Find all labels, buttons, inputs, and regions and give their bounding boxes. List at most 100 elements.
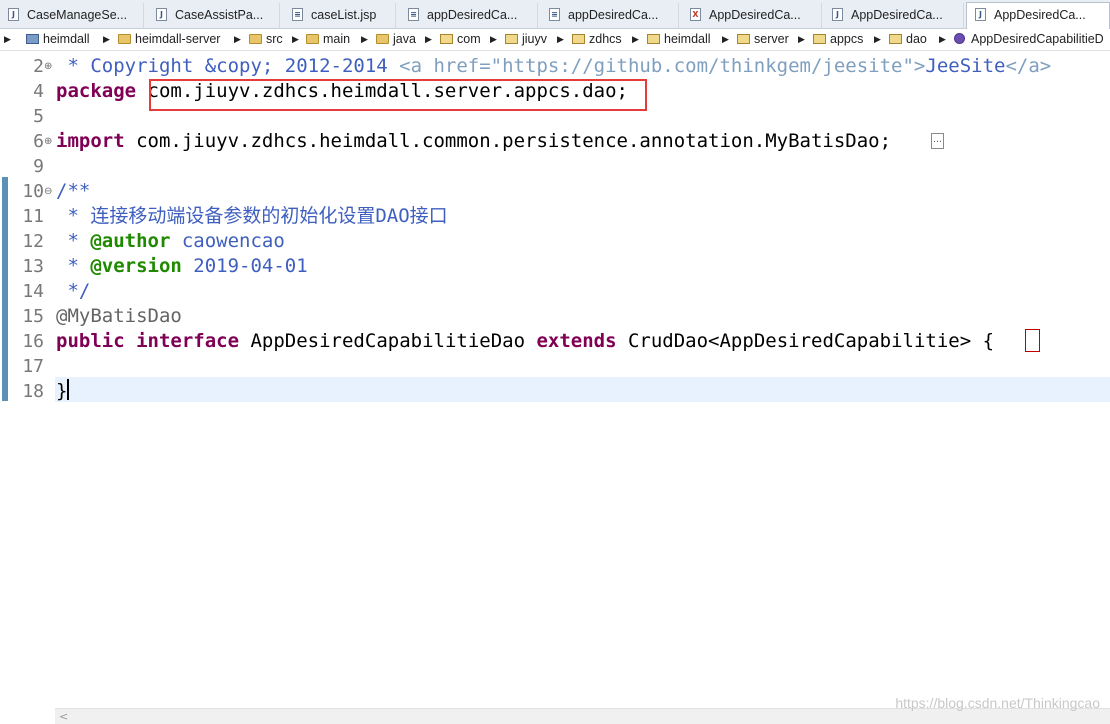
collapse-fold-icon[interactable]: ⊖ [44, 179, 53, 204]
code-token: } [56, 380, 68, 402]
line-number: 10 [22, 181, 44, 202]
java-file-icon: J [8, 8, 19, 21]
collapsed-import-icon[interactable]: … [931, 133, 944, 149]
project-icon [26, 34, 39, 44]
code-line: } [56, 379, 67, 404]
package-highlight-box [149, 79, 647, 111]
scroll-left-icon[interactable]: < [59, 710, 68, 723]
tab-label: caseList.jsp [311, 8, 377, 22]
breadcrumb-arrow-icon[interactable]: ▶ [874, 29, 881, 50]
breadcrumb-item-jiuyv[interactable]: jiuyv [503, 29, 547, 50]
tab-label: AppDesiredCa... [851, 8, 943, 22]
code-line: @MyBatisDao [56, 304, 182, 329]
breadcrumb-item-src[interactable]: src [247, 29, 283, 50]
code-token: @version [90, 255, 182, 277]
tab-label: appDesiredCa... [568, 8, 659, 22]
watermark: https://blog.csdn.net/Thinkingcao [895, 695, 1100, 711]
breadcrumb-label: zdhcs [589, 32, 622, 46]
code-token: <a href="https://github.com/thinkgem/jee… [399, 55, 926, 77]
tab-appdesired-dao-active[interactable]: J AppDesiredCa... [966, 2, 1110, 29]
breadcrumb-item-server[interactable]: server [735, 29, 789, 50]
java-file-icon: J [156, 8, 167, 21]
package-icon [737, 34, 750, 44]
breadcrumb-arrow-icon[interactable]: ▶ [798, 29, 805, 50]
tab-label: appDesiredCa... [427, 8, 518, 22]
code-token: * Copyright &copy; 2012-2014 [56, 55, 400, 77]
tab-caselist-jsp[interactable]: ≡ caseList.jsp [284, 3, 396, 29]
jsp-file-icon: ≡ [408, 8, 419, 21]
breadcrumb-item-com[interactable]: com [438, 29, 481, 50]
breadcrumb-arrow-icon[interactable]: ▶ [4, 29, 11, 50]
breadcrumb-item-interface[interactable]: AppDesiredCapabilitieD [952, 29, 1104, 50]
xml-file-icon: X [690, 8, 701, 21]
breadcrumb-arrow-icon[interactable]: ▶ [557, 29, 564, 50]
line-number: 4 [33, 81, 44, 102]
tab-appdesired-jsp-1[interactable]: ≡ appDesiredCa... [400, 3, 538, 29]
package-icon [889, 34, 902, 44]
code-token: import [56, 130, 125, 152]
breadcrumb-arrow-icon[interactable]: ▶ [939, 29, 946, 50]
breadcrumb-arrow-icon[interactable]: ▶ [234, 29, 241, 50]
jsp-file-icon: ≡ [292, 8, 303, 21]
breadcrumb: ▶ heimdall ▶ heimdall-server ▶ src ▶ mai… [0, 29, 1110, 51]
breadcrumb-item-zdhcs[interactable]: zdhcs [570, 29, 622, 50]
java-file-icon: J [975, 8, 986, 21]
tab-caseassist[interactable]: J CaseAssistPa... [148, 3, 280, 29]
breadcrumb-label: src [266, 32, 283, 46]
code-line: * Copyright &copy; 2012-2014 <a href="ht… [56, 54, 1051, 79]
breadcrumb-item-appcs[interactable]: appcs [811, 29, 863, 50]
breadcrumb-item-heimdall-pkg[interactable]: heimdall [645, 29, 711, 50]
breadcrumb-arrow-icon[interactable]: ▶ [361, 29, 368, 50]
line-number: 5 [33, 106, 44, 127]
breadcrumb-arrow-icon[interactable]: ▶ [632, 29, 639, 50]
breadcrumb-arrow-icon[interactable]: ▶ [103, 29, 110, 50]
jsp-file-icon: ≡ [549, 8, 560, 21]
folder-icon [249, 34, 262, 44]
tab-casemanage[interactable]: J CaseManageSe... [0, 3, 144, 29]
code-token: 2019-04-01 [181, 255, 308, 277]
line-number: 11 [22, 206, 44, 227]
breadcrumb-item-java[interactable]: java [374, 29, 416, 50]
breadcrumb-label: jiuyv [522, 32, 548, 46]
expand-fold-icon[interactable]: ⊕ [44, 129, 53, 154]
package-icon [440, 34, 453, 44]
line-number: 17 [22, 356, 44, 377]
package-icon [505, 34, 518, 44]
breadcrumb-arrow-icon[interactable]: ▶ [722, 29, 729, 50]
tab-label: CaseAssistPa... [175, 8, 264, 22]
breadcrumb-label: java [393, 32, 416, 46]
code-line: * 连接移动端设备参数的初始化设置DAO接口 [56, 204, 447, 229]
code-token: com.jiuyv.zdhcs.heimdall.common.persiste… [124, 130, 892, 152]
breadcrumb-arrow-icon[interactable]: ▶ [425, 29, 432, 50]
code-token: /** [56, 180, 91, 202]
code-token: @MyBatisDao [56, 305, 182, 327]
package-icon [572, 34, 585, 44]
breadcrumb-label: com [457, 32, 481, 46]
breadcrumb-arrow-icon[interactable]: ▶ [490, 29, 497, 50]
line-number: 13 [22, 256, 44, 277]
code-line: * @author caowencao [56, 229, 284, 254]
tab-appdesired-jsp-2[interactable]: ≡ appDesiredCa... [541, 3, 679, 29]
breadcrumb-item-dao[interactable]: dao [887, 29, 927, 50]
line-number: 18 [22, 381, 44, 402]
package-icon [647, 34, 660, 44]
breadcrumb-arrow-icon[interactable]: ▶ [292, 29, 299, 50]
code-line: */ [56, 279, 90, 304]
folder-icon [306, 34, 319, 44]
breadcrumb-label: server [754, 32, 789, 46]
breadcrumb-item-heimdall[interactable]: heimdall [24, 29, 90, 50]
code-token: AppDesiredCapabilitieDao [239, 330, 537, 352]
breadcrumb-item-main[interactable]: main [304, 29, 350, 50]
code-token: */ [56, 280, 91, 302]
code-area[interactable]: 2 ⊕ * Copyright &copy; 2012-2014 <a href… [0, 51, 1110, 724]
tab-appdesired-xml[interactable]: X AppDesiredCa... [682, 3, 822, 29]
line-number: 12 [22, 231, 44, 252]
breadcrumb-item-heimdall-server[interactable]: heimdall-server [116, 29, 220, 50]
breadcrumb-label: heimdall-server [135, 32, 221, 46]
tab-appdesired-java[interactable]: J AppDesiredCa... [824, 3, 964, 29]
line-number: 2 [33, 56, 44, 77]
code-editor[interactable]: 2 ⊕ * Copyright &copy; 2012-2014 <a href… [0, 51, 1110, 724]
code-line: public interface AppDesiredCapabilitieDa… [56, 329, 994, 354]
expand-fold-icon[interactable]: ⊕ [44, 54, 53, 79]
breadcrumb-label: dao [906, 32, 927, 46]
